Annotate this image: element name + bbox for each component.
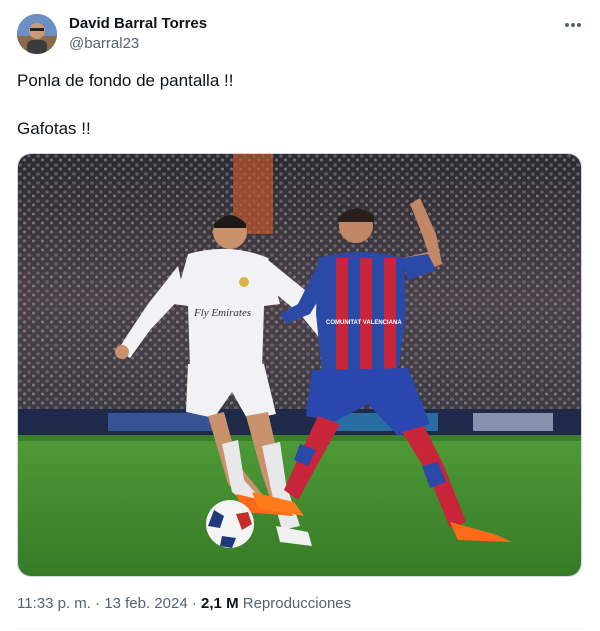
divider — [17, 628, 583, 629]
views-count: 2,1 M — [201, 595, 239, 612]
tweet-text: Ponla de fondo de pantalla !! Gafotas !! — [17, 70, 577, 140]
tweet-text-line: Gafotas !! — [17, 119, 91, 138]
football — [206, 500, 254, 548]
tweet-card: David Barral Torres @barral23 Ponla de f… — [0, 0, 600, 631]
more-horizontal-icon — [565, 23, 581, 27]
author-handle[interactable]: @barral23 — [69, 34, 207, 54]
author-display-name[interactable]: David Barral Torres — [69, 14, 207, 34]
tweet-media-photo[interactable]: Fly Emirates COMUNITAT VALENCIANA — [17, 153, 582, 577]
more-options-button[interactable] — [560, 14, 586, 36]
views-label: Reproducciones — [242, 595, 352, 612]
meta-separator: · — [95, 595, 101, 612]
tweet-date[interactable]: 13 feb. 2024 — [104, 595, 187, 612]
tweet-time[interactable]: 11:33 p. m. — [17, 595, 91, 612]
user-avatar-icon — [17, 14, 57, 54]
author-avatar[interactable] — [17, 14, 57, 54]
jersey-text-white: Fly Emirates — [193, 307, 251, 319]
tweet-text-line: Ponla de fondo de pantalla !! — [17, 71, 234, 90]
football-photo: Fly Emirates COMUNITAT VALENCIANA — [18, 154, 581, 576]
meta-separator: · — [191, 595, 197, 612]
author-info: David Barral Torres @barral23 — [69, 14, 207, 54]
jersey-text-blue: COMUNITAT VALENCIANA — [326, 320, 402, 326]
tweet-meta: 11:33 p. m. · 13 feb. 2024 · 2,1 M Repro… — [17, 594, 351, 614]
